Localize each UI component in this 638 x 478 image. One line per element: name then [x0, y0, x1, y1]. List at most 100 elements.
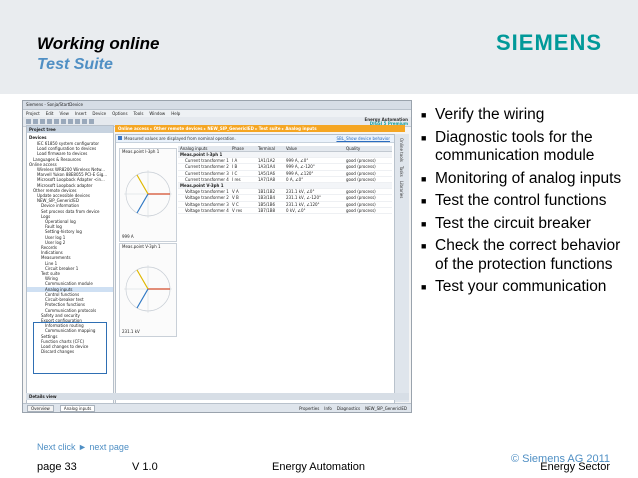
- breadcrumb: Online access ▸ Other remote devices ▸ N…: [115, 125, 405, 132]
- bullet-text: Monitoring of analog inputs: [435, 169, 622, 187]
- copy-icon[interactable]: [54, 119, 59, 124]
- menu-options[interactable]: Options: [112, 110, 127, 117]
- cell-quality: good (process): [346, 195, 376, 201]
- cell-name: Meas.point V-3ph 1: [180, 182, 224, 188]
- cell-terminal: 1A3/1A4: [258, 164, 275, 170]
- task-cards-sidebar: Online tools Tasks Libraries: [394, 134, 409, 402]
- phasor-vc: [136, 269, 149, 290]
- cell-name: Voltage transformer 1: [185, 189, 229, 195]
- menu-view[interactable]: View: [59, 110, 69, 117]
- tree-item[interactable]: Microsoft Loopback Adapter <in...: [27, 177, 113, 182]
- col-quality[interactable]: Quality: [346, 146, 360, 151]
- cell-value: 999 A, ∠0°: [286, 158, 309, 164]
- tab-diagnostics[interactable]: Diagnostics: [337, 406, 360, 411]
- voltage-phasor-svg: [124, 265, 172, 313]
- phasor-voltage-value: 231.1 kV: [122, 329, 140, 334]
- footer-center: Energy Automation: [272, 461, 365, 473]
- col-phase[interactable]: Phase: [232, 146, 244, 151]
- go-offline-icon[interactable]: [89, 119, 94, 124]
- redo-icon[interactable]: [75, 119, 80, 124]
- cell-terminal: 1B3/1B4: [258, 195, 276, 201]
- tab-overview[interactable]: Overview: [27, 404, 54, 412]
- cell-name: Meas.point I-3ph 1: [180, 152, 223, 157]
- window-titlebar: Siemens - Sonja/StartDevice: [23, 101, 411, 110]
- feature-list: ■ Verify the wiring ■ Diagnostic tools for …: [421, 106, 631, 301]
- menu-edit[interactable]: Edit: [46, 110, 54, 117]
- cell-name: Current transformer 3: [185, 170, 229, 176]
- tab-info[interactable]: Info: [324, 406, 332, 411]
- cut-icon[interactable]: [47, 119, 52, 124]
- phasor-diagram-current: Meas.point I-3ph 1 999 A: [119, 148, 177, 242]
- col-analog-inputs[interactable]: Analog inputs: [180, 146, 207, 151]
- bullet-square-icon: ■: [421, 282, 427, 292]
- bullet-square-icon: ■: [421, 241, 427, 251]
- cell-quality: good (process): [346, 158, 376, 164]
- tab-libraries[interactable]: Libraries: [399, 181, 404, 198]
- col-value[interactable]: Value: [286, 146, 297, 151]
- undo-icon[interactable]: [68, 119, 73, 124]
- col-terminal[interactable]: Terminal: [258, 146, 275, 151]
- phasor-ic: [136, 174, 149, 195]
- status-right: Properties Info Diagnostics NEW_SIP_Gene…: [299, 406, 411, 411]
- current-phasor-svg: [124, 170, 172, 218]
- bullet-text: Verify the wiring: [435, 106, 545, 123]
- siemens-logo: SIEMENS: [496, 30, 603, 55]
- menu-tools[interactable]: Tools: [134, 110, 144, 117]
- cell-name: Current transformer 1: [185, 158, 229, 164]
- version: V 1.0: [132, 461, 158, 473]
- bullet-item: ■ Monitoring of analog inputs: [421, 170, 631, 189]
- bullet-item: ■ Diagnostic tools for the communication …: [421, 129, 631, 166]
- phasor-diagram-voltage: Meas.point V-3ph 1 231.1 kV: [119, 243, 177, 337]
- bullet-text: Diagnostic tools for the communication m…: [435, 128, 595, 165]
- bullet-text: Test your communication: [435, 278, 607, 295]
- cell-quality: good (process): [346, 189, 376, 195]
- menu-help[interactable]: Help: [171, 110, 180, 117]
- new-project-icon[interactable]: [26, 119, 31, 124]
- slide-title: Working online: [37, 34, 160, 53]
- cell-value: 999 A, ∠120°: [286, 170, 314, 176]
- cell-phase: I B: [232, 164, 238, 170]
- menu-project[interactable]: Project: [26, 110, 40, 117]
- menu-window[interactable]: Window: [149, 110, 165, 117]
- bullet-item: ■ Test the circuit breaker: [421, 215, 631, 234]
- footer-right: Energy Sector: [540, 461, 610, 473]
- cell-quality: good (process): [346, 164, 376, 170]
- bullet-text: Check the correct behavior of the protec…: [435, 237, 621, 273]
- open-icon[interactable]: [33, 119, 38, 124]
- show-behavior-link[interactable]: SBL_Show device behavior: [336, 135, 390, 142]
- cell-value: 999 A, ∠-120°: [286, 164, 315, 170]
- cell-terminal: 1B5/1B6: [258, 201, 276, 207]
- bullet-square-icon: ■: [421, 110, 427, 120]
- save-icon[interactable]: [40, 119, 45, 124]
- tab-properties[interactable]: Properties: [299, 406, 319, 411]
- analog-inputs-table: Meas.point I-3ph 1 Current transformer 1I…: [178, 152, 392, 214]
- cell-phase: I C: [232, 170, 238, 176]
- cell-name: Current transformer 4: [185, 176, 229, 182]
- project-tree-panel: Project tree Devices IEC 61850 system co…: [26, 125, 114, 411]
- phasor-vb: [136, 288, 149, 309]
- details-view[interactable]: Details view: [26, 393, 409, 400]
- cell-value: 0 kV, ∠0°: [286, 207, 306, 213]
- tab-online-tools[interactable]: Online tools: [399, 138, 404, 162]
- cell-terminal: 1A5/1A6: [258, 170, 275, 176]
- menu-insert[interactable]: Insert: [75, 110, 86, 117]
- cell-phase: V B: [232, 195, 239, 201]
- cell-name: Voltage transformer 2: [185, 195, 229, 201]
- cell-quality: good (process): [346, 170, 376, 176]
- cell-name: Current transformer 2: [185, 164, 229, 170]
- tab-tasks[interactable]: Tasks: [399, 166, 404, 177]
- status-bar: Overview Analog inputs Properties Info D…: [23, 403, 411, 412]
- menu-device[interactable]: Device: [92, 110, 106, 117]
- bullet-square-icon: ■: [421, 173, 427, 184]
- footer: page 33 V 1.0 Energy Automation Energy S…: [0, 461, 638, 478]
- phasor-ib: [136, 193, 149, 214]
- tab-analog-inputs[interactable]: Analog inputs: [59, 404, 96, 412]
- table-row[interactable]: Voltage transformer 4V res 1B7/1B8 0 kV, ∠…: [178, 208, 392, 214]
- paste-icon[interactable]: [61, 119, 66, 124]
- cell-terminal: 1A1/1A2: [258, 158, 275, 164]
- bullet-square-icon: ■: [421, 218, 427, 229]
- toolbar-icons: [26, 119, 94, 124]
- go-online-icon[interactable]: [82, 119, 87, 124]
- cell-terminal: 1B1/1B2: [258, 189, 276, 195]
- cell-value: 231.1 kV, ∠120°: [286, 201, 320, 207]
